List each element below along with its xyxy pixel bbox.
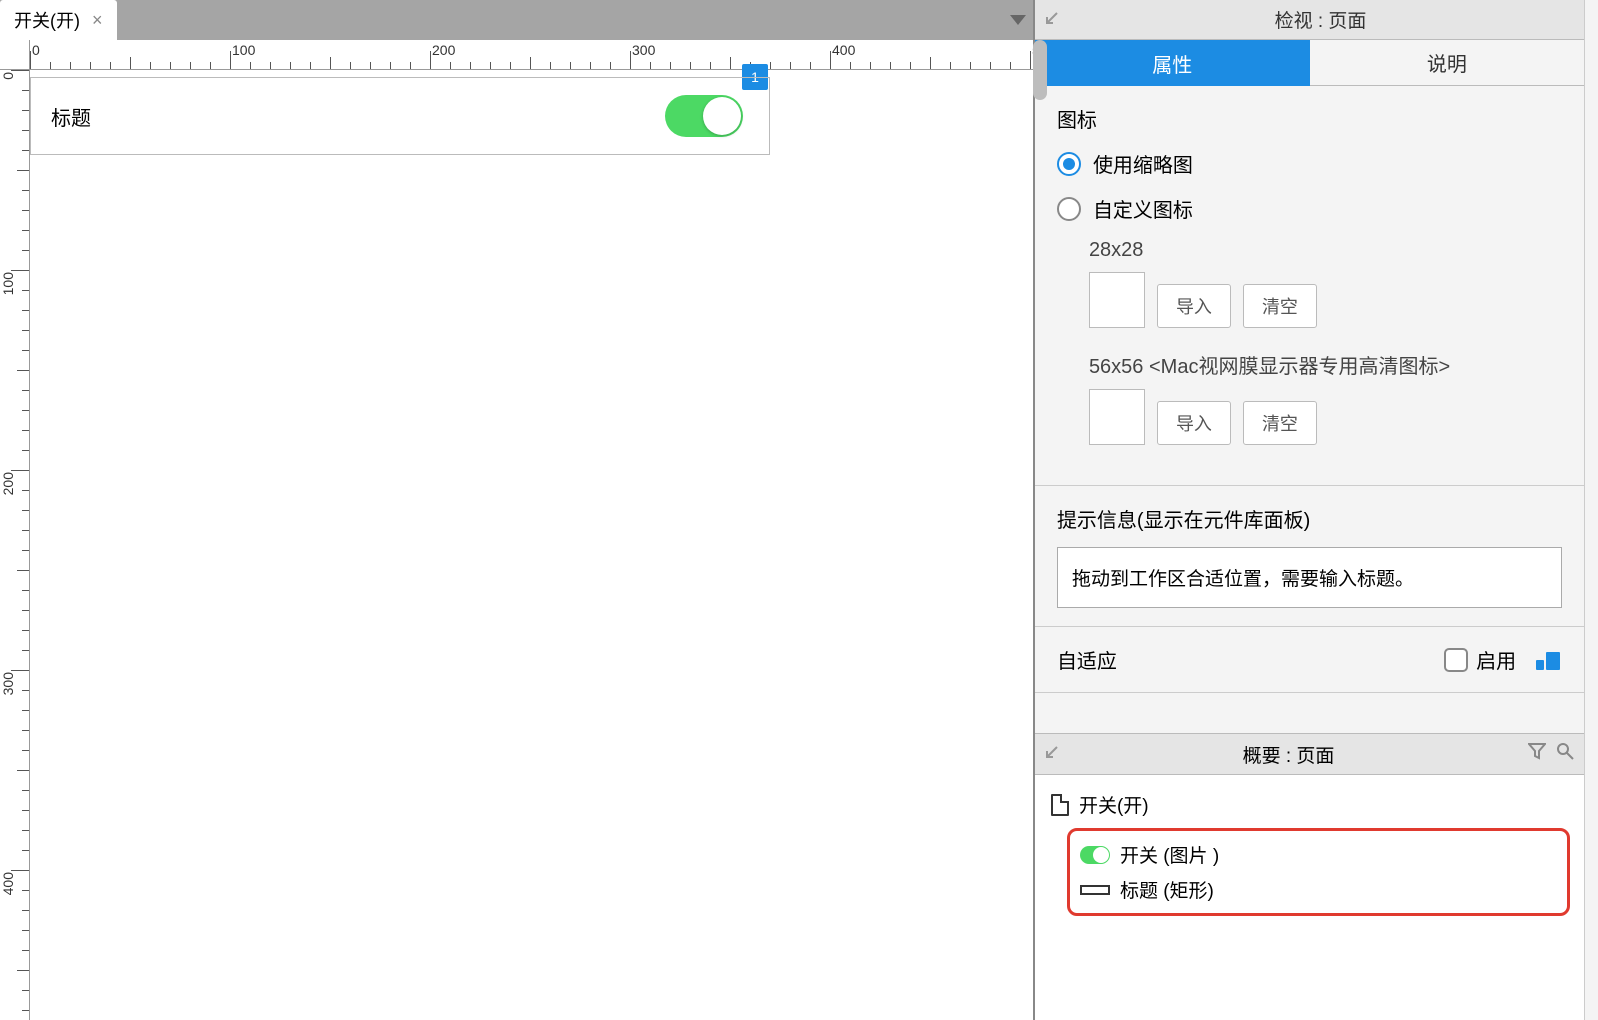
tab-properties[interactable]: 属性 [1035,40,1310,86]
outline-item-switch-label: 开关 (图片 ) [1120,841,1219,868]
toggle-knob [703,97,741,135]
enable-label: 启用 [1476,645,1516,674]
vertical-scrollbar[interactable] [1033,40,1047,100]
outline-item-switch[interactable]: 开关 (图片 ) [1080,837,1557,872]
adaptive-label: 自适应 [1057,645,1117,674]
hint-input[interactable]: 拖动到工作区合适位置，需要输入标题。 [1057,547,1562,608]
clear-28-button[interactable]: 清空 [1243,284,1317,328]
ruler-v-label: 200 [0,472,16,495]
hint-section: 提示信息(显示在元件库面板) 拖动到工作区合适位置，需要输入标题。 [1035,486,1584,627]
collapse-icon[interactable] [1045,743,1059,765]
tab-dropdown-icon[interactable] [1003,0,1033,40]
outline-body: 开关(开) 开关 (图片 ) 标题 (矩形) [1035,775,1584,1020]
ruler-h-label: 400 [832,42,855,58]
outline-page[interactable]: 开关(开) [1049,785,1570,824]
page-icon [1051,794,1069,816]
outline-item-title[interactable]: 标题 (矩形) [1080,872,1557,907]
icon-56-preview[interactable] [1089,389,1145,445]
import-56-button[interactable]: 导入 [1157,401,1231,445]
radio-custom-label: 自定义图标 [1093,194,1193,223]
ruler-h-label: 100 [232,42,255,58]
horizontal-ruler: 0100200300400500 [30,40,1033,70]
import-28-button[interactable]: 导入 [1157,284,1231,328]
ruler-v-label: 0 [0,72,16,80]
tab-notes[interactable]: 说明 [1310,40,1585,86]
ruler-h-label: 200 [432,42,455,58]
filter-icon[interactable] [1528,742,1546,766]
hint-section-title: 提示信息(显示在元件库面板) [1057,504,1562,533]
widget-title-label: 标题 [51,102,91,131]
rectangle-icon [1080,885,1110,895]
icon-28-preview[interactable] [1089,272,1145,328]
ruler-h-label: 300 [632,42,655,58]
search-icon[interactable] [1556,742,1574,766]
icon-56-row: 导入 清空 [1089,389,1562,445]
window-scroll-gutter [1584,0,1598,1020]
radio-thumbnail-label: 使用缩略图 [1093,149,1193,178]
inspector-pane: 检视 : 页面 属性 说明 图标 使用缩略图 自定义图标 28x28 导入 清空… [1033,0,1584,1020]
radio-custom-icon[interactable]: 自定义图标 [1057,194,1562,223]
toggle-icon [1080,846,1110,864]
inspector-title: 检视 : 页面 [1067,6,1574,33]
inspector-tabs: 属性 说明 [1035,40,1584,86]
size-28-label: 28x28 [1089,239,1562,262]
tab-label: 开关(开) [14,7,80,33]
outline-page-label: 开关(开) [1079,791,1149,818]
vertical-ruler: 0 100 200 300 400 [0,70,30,1020]
radio-unchecked-icon [1057,197,1081,221]
document-tab[interactable]: 开关(开) × [0,0,117,40]
ruler-v-label: 400 [0,872,16,895]
outline-title: 概要 : 页面 [1059,741,1518,768]
icon-section: 图标 使用缩略图 自定义图标 28x28 导入 清空 56x56 <Mac视网膜… [1035,86,1584,486]
adaptive-row: 自适应 启用 [1035,627,1584,693]
adaptive-views-icon[interactable] [1536,650,1562,670]
collapse-icon[interactable] [1045,9,1067,31]
clear-56-button[interactable]: 清空 [1243,401,1317,445]
ruler-corner [0,40,30,70]
canvas-pane: 开关(开) × 0100200300400500 0100200300400 1… [0,0,1033,1020]
outline-header: 概要 : 页面 [1035,733,1584,775]
inspector-header: 检视 : 页面 [1035,0,1584,40]
icon-section-title: 图标 [1057,104,1562,133]
outline-item-title-label: 标题 (矩形) [1120,876,1214,903]
size-56-label: 56x56 <Mac视网膜显示器专用高清图标> [1089,350,1562,379]
toggle-on-icon[interactable] [665,95,743,137]
outline-selection-group: 开关 (图片 ) 标题 (矩形) [1067,828,1570,916]
close-icon[interactable]: × [92,11,103,29]
switch-widget[interactable]: 标题 [30,77,770,155]
enable-checkbox[interactable] [1444,648,1468,672]
ruler-v-label: 100 [0,272,16,295]
tab-bar: 开关(开) × [0,0,1033,40]
radio-checked-icon [1057,152,1081,176]
ruler-h-label: 0 [32,42,40,58]
design-canvas[interactable]: 1 标题 [30,70,1033,1020]
ruler-v-label: 300 [0,672,16,695]
icon-28-row: 导入 清空 [1089,272,1562,328]
radio-use-thumbnail[interactable]: 使用缩略图 [1057,149,1562,178]
